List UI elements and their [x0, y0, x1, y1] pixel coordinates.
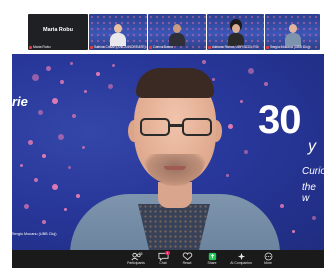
heart-icon: [182, 252, 192, 261]
participants-count: 35: [139, 252, 143, 256]
background-dot: [228, 124, 233, 129]
speaker-hair: [136, 68, 214, 98]
thumbnail-maria-robu[interactable]: Maria Robu Maria Robu: [28, 14, 88, 50]
thumbnail-name: Maria Robu: [33, 45, 51, 49]
chat-label: Chat: [159, 261, 167, 265]
background-wordmark: rie: [12, 94, 28, 109]
background-years-text: y: [308, 138, 316, 155]
muted-mic-icon: [208, 45, 211, 49]
speaker-shirt-pattern: [138, 204, 210, 250]
participant-video: [168, 22, 186, 46]
background-dot: [312, 216, 316, 220]
thumbnail-name: Adriana Rohar, UEFISCDI, RO: [212, 45, 259, 49]
background-dot: [38, 110, 43, 115]
participants-button[interactable]: 35 Participants: [124, 251, 148, 267]
ai-companion-button[interactable]: AI Companion: [226, 251, 256, 267]
background-dot: [244, 150, 248, 154]
speaker-mouth: [164, 166, 186, 170]
more-icon: [264, 252, 272, 261]
zoom-meeting-window: Maria Robu Maria Robu Sabina Crisan (ANC…: [0, 0, 324, 268]
thumbnail-label: Maria Robu: [29, 45, 87, 49]
background-dot: [202, 60, 206, 64]
participants-label: Participants: [127, 261, 145, 265]
background-dot: [264, 82, 268, 86]
background-dot: [292, 230, 295, 233]
react-button[interactable]: React: [175, 251, 199, 267]
thumbnail-name: Sergiu Mocanu (UBB Cluj): [270, 45, 310, 49]
background-dot: [52, 184, 58, 190]
ai-companion-label: AI Companion: [230, 261, 252, 265]
background-dot: [20, 164, 23, 167]
participant-video: [284, 22, 302, 46]
background-dot: [42, 220, 46, 224]
background-dot: [96, 72, 100, 76]
thumbnail-label: Sergiu Mocanu (UBB Cluj): [266, 45, 319, 49]
background-dot: [32, 74, 39, 81]
thumbnail-label: Adriana Rohar, UEFISCDI, RO: [208, 45, 263, 49]
chat-button[interactable]: 1 Chat: [151, 251, 175, 267]
background-dot: [68, 166, 71, 169]
background-dot: [24, 204, 29, 209]
meeting-toolbar: 35 Participants 1 Chat React Share AI Co…: [12, 250, 324, 268]
active-speaker-video[interactable]: rie 30 y Curio the w Sergiu Mocanu (UBB …: [12, 54, 324, 250]
background-dot: [60, 80, 64, 84]
background-dot: [240, 100, 243, 103]
background-dot: [280, 204, 284, 208]
thumbnail-sabina-crisan[interactable]: Sabina Crisan (ANCA INCREATE): [89, 14, 147, 50]
background-dot: [76, 194, 80, 198]
react-label: React: [182, 261, 192, 265]
share-screen-icon: [208, 252, 216, 261]
background-dot: [108, 84, 113, 89]
background-dot: [248, 68, 254, 74]
sparkle-icon: [237, 252, 245, 261]
background-dot: [70, 62, 73, 65]
background-dot: [84, 90, 87, 93]
muted-mic-icon: [29, 45, 32, 49]
share-button[interactable]: Share: [200, 251, 224, 267]
background-dot: [58, 134, 64, 140]
background-dot: [212, 78, 215, 81]
thumbnail-label: Sabina Crisan (ANCA INCREATE): [90, 45, 146, 49]
thumbnail-sergiu-mocanu[interactable]: Sergiu Mocanu (UBB Cluj): [265, 14, 320, 50]
participant-thumbnail-strip: Maria Robu Maria Robu Sabina Crisan (ANC…: [28, 14, 320, 50]
more-button[interactable]: More: [256, 251, 280, 267]
share-label: Share: [207, 261, 217, 265]
thumbnail-corina-barna[interactable]: Corina Barna: [148, 14, 206, 50]
background-dot: [46, 66, 51, 71]
background-tagline-line2: the w: [302, 182, 316, 204]
thumbnail-label: Corina Barna: [149, 45, 205, 49]
background-anniversary-number: 30: [258, 98, 301, 142]
muted-mic-icon: [90, 45, 93, 49]
active-speaker-name-tag: Sergiu Mocanu (UBB Cluj): [12, 232, 57, 236]
background-dot: [42, 154, 46, 158]
chat-unread-badge: 1: [165, 251, 170, 255]
thumbnail-name: Corina Barna: [153, 45, 173, 49]
background-dot: [112, 64, 115, 67]
background-dot: [34, 178, 38, 182]
thumbnail-display-name: Maria Robu: [43, 27, 73, 33]
background-dot: [82, 146, 85, 149]
background-tagline-line1: Curio: [302, 166, 324, 177]
more-label: More: [264, 261, 272, 265]
background-dot: [226, 174, 229, 177]
thumbnail-adriana-rohar[interactable]: Adriana Rohar, UEFISCDI, RO: [207, 14, 264, 50]
speaker-glasses: [138, 118, 214, 140]
background-dot: [64, 208, 67, 211]
muted-mic-icon: [266, 45, 269, 49]
participant-video: [227, 22, 245, 46]
background-dot: [72, 114, 76, 118]
background-dot: [28, 140, 33, 145]
muted-mic-icon: [149, 45, 152, 49]
background-dot: [52, 98, 58, 104]
participant-video: [109, 22, 127, 46]
thumbnail-name: Sabina Crisan (ANCA INCREATE): [94, 45, 146, 49]
